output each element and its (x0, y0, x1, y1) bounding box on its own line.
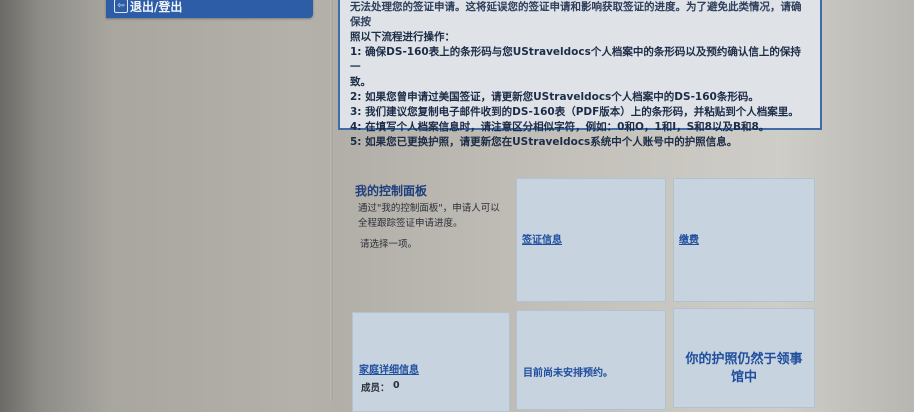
dashboard-title: 我的控制面板 (355, 184, 428, 198)
notice-line: 3: 我们建议您复制电子邮件收到的DS-160表（PDF版本）上的条形码，并粘贴… (350, 106, 799, 118)
notice-line: 无法处理您的签证申请。这将延误您的签证申请和影响获取签证的进度。为了避免此类情况… (350, 1, 802, 28)
members-label: 成员： (361, 383, 390, 394)
family-details-link[interactable]: 家庭详细信息 (359, 361, 419, 376)
notice-line: 4: 在填写个人档案信息时，请注意区分相似字符，例如：0和O，1和I，S和8以及… (350, 121, 770, 133)
notice-box: 无法处理您的签证申请。这将延误您的签证申请和影响获取签证的进度。为了避免此类情况… (338, 0, 822, 148)
notice-line: 照以下流程进行操作： (350, 31, 455, 43)
sidebar-item-logout[interactable]: ⇦ 退出/登出 (106, 0, 313, 18)
sidebar-item-label: 退出/登出 (130, 0, 183, 14)
appointment-status: 目前尚未安排预约。 (523, 368, 613, 379)
notice-line: 5: 如果您已更换护照，请更新您在UStraveldocs系统中个人账号中的护照… (350, 136, 738, 148)
payment-link[interactable]: 缴费 (679, 231, 699, 246)
tile-appointment[interactable]: 目前尚未安排预约。 (516, 310, 666, 410)
tile-payment[interactable]: 缴费 (673, 178, 815, 302)
passport-status: 你的护照仍然于领事馆中 (685, 352, 803, 385)
notice-line: 致。 (350, 76, 371, 88)
content-divider (330, 0, 333, 400)
visa-info-link[interactable]: 签证信息 (522, 231, 562, 246)
members-count: 0 (393, 380, 400, 391)
tile-passport-status[interactable]: 你的护照仍然于领事馆中 (673, 308, 815, 408)
tile-visa-info[interactable]: 签证信息 (516, 178, 666, 302)
logout-icon: ⇦ (114, 0, 128, 13)
notice-line: 1: 确保DS-160表上的条形码与您UStraveldocs个人档案中的条形码… (350, 46, 801, 73)
notice-line: 2: 如果您曾申请过美国签证，请更新您UStraveldocs个人档案中的DS-… (350, 91, 759, 103)
dashboard-description: 通过"我的控制面板"，申请人可以全程跟踪签证申请进度。 (358, 203, 500, 229)
dashboard-prompt: 请选择一项。 (360, 239, 418, 250)
tile-family-details[interactable]: 家庭详细信息 成员： 0 (352, 312, 510, 412)
